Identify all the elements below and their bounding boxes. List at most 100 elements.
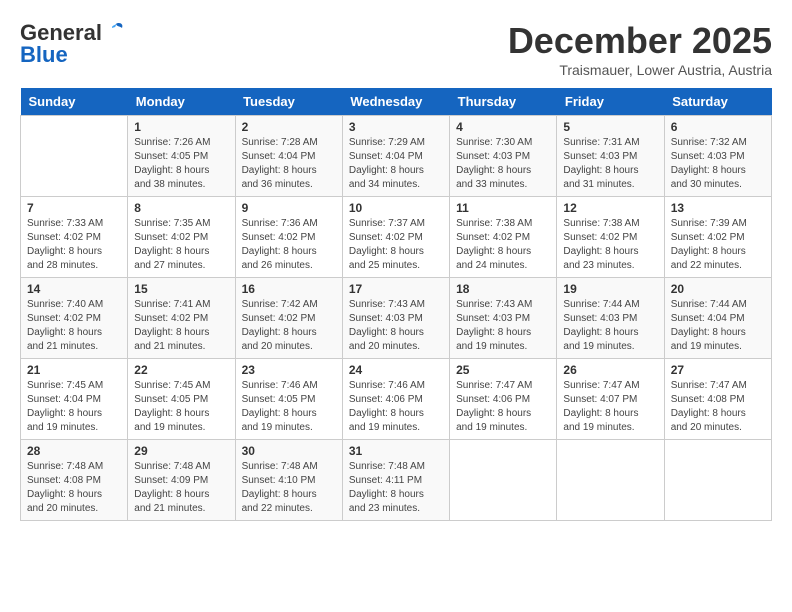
calendar-cell: 22 Sunrise: 7:45 AM Sunset: 4:05 PM Dayli… bbox=[128, 359, 235, 440]
day-info: Sunrise: 7:43 AM Sunset: 4:03 PM Dayligh… bbox=[456, 298, 550, 354]
month-title: December 2025 bbox=[508, 20, 772, 62]
column-header-thursday: Thursday bbox=[450, 88, 557, 116]
day-info: Sunrise: 7:48 AM Sunset: 4:10 PM Dayligh… bbox=[242, 460, 336, 516]
calendar-cell: 15 Sunrise: 7:41 AM Sunset: 4:02 PM Dayli… bbox=[128, 278, 235, 359]
day-number: 22 bbox=[134, 363, 228, 377]
calendar-cell: 5 Sunrise: 7:31 AM Sunset: 4:03 PM Daylig… bbox=[557, 116, 664, 197]
calendar-cell: 23Sunrise: 7:46 AM Sunset: 4:05 PM Dayli… bbox=[235, 359, 342, 440]
day-info: Sunrise: 7:28 AM Sunset: 4:04 PM Dayligh… bbox=[242, 136, 336, 192]
calendar-cell: 31Sunrise: 7:48 AM Sunset: 4:11 PM Dayli… bbox=[342, 440, 449, 521]
day-info: Sunrise: 7:38 AM Sunset: 4:02 PM Dayligh… bbox=[456, 217, 550, 273]
day-number: 21 bbox=[27, 363, 121, 377]
day-info: Sunrise: 7:48 AM Sunset: 4:09 PM Dayligh… bbox=[134, 460, 228, 516]
calendar-cell: 2 Sunrise: 7:28 AM Sunset: 4:04 PM Daylig… bbox=[235, 116, 342, 197]
day-info: Sunrise: 7:38 AM Sunset: 4:02 PM Dayligh… bbox=[563, 217, 657, 273]
day-number: 31 bbox=[349, 444, 443, 458]
calendar-cell: 18Sunrise: 7:43 AM Sunset: 4:03 PM Dayli… bbox=[450, 278, 557, 359]
calendar-cell bbox=[21, 116, 128, 197]
logo: General Blue bbox=[20, 20, 126, 68]
day-number: 16 bbox=[242, 282, 336, 296]
day-number: 8 bbox=[134, 201, 228, 215]
calendar-cell: 9 Sunrise: 7:36 AM Sunset: 4:02 PM Daylig… bbox=[235, 197, 342, 278]
day-info: Sunrise: 7:35 AM Sunset: 4:02 PM Dayligh… bbox=[134, 217, 228, 273]
day-info: Sunrise: 7:44 AM Sunset: 4:04 PM Dayligh… bbox=[671, 298, 765, 354]
day-info: Sunrise: 7:44 AM Sunset: 4:03 PM Dayligh… bbox=[563, 298, 657, 354]
calendar-cell: 10Sunrise: 7:37 AM Sunset: 4:02 PM Dayli… bbox=[342, 197, 449, 278]
calendar-cell: 24 Sunrise: 7:46 AM Sunset: 4:06 PM Dayli… bbox=[342, 359, 449, 440]
day-info: Sunrise: 7:47 AM Sunset: 4:08 PM Dayligh… bbox=[671, 379, 765, 435]
calendar-cell: 12 Sunrise: 7:38 AM Sunset: 4:02 PM Dayli… bbox=[557, 197, 664, 278]
day-number: 3 bbox=[349, 120, 443, 134]
title-block: December 2025 Traismauer, Lower Austria,… bbox=[508, 20, 772, 78]
calendar-cell: 1 Sunrise: 7:26 AM Sunset: 4:05 PM Daylig… bbox=[128, 116, 235, 197]
day-number: 6 bbox=[671, 120, 765, 134]
calendar-cell: 20 Sunrise: 7:44 AM Sunset: 4:04 PM Dayli… bbox=[664, 278, 771, 359]
day-info: Sunrise: 7:43 AM Sunset: 4:03 PM Dayligh… bbox=[349, 298, 443, 354]
day-number: 17 bbox=[349, 282, 443, 296]
day-info: Sunrise: 7:46 AM Sunset: 4:06 PM Dayligh… bbox=[349, 379, 443, 435]
day-number: 15 bbox=[134, 282, 228, 296]
day-info: Sunrise: 7:32 AM Sunset: 4:03 PM Dayligh… bbox=[671, 136, 765, 192]
calendar-cell: 25 Sunrise: 7:47 AM Sunset: 4:06 PM Dayli… bbox=[450, 359, 557, 440]
day-info: Sunrise: 7:47 AM Sunset: 4:06 PM Dayligh… bbox=[456, 379, 550, 435]
logo-bird-icon bbox=[104, 20, 126, 42]
calendar-cell: 28Sunrise: 7:48 AM Sunset: 4:08 PM Dayli… bbox=[21, 440, 128, 521]
day-number: 4 bbox=[456, 120, 550, 134]
day-number: 5 bbox=[563, 120, 657, 134]
calendar-cell: 14Sunrise: 7:40 AM Sunset: 4:02 PM Dayli… bbox=[21, 278, 128, 359]
column-header-saturday: Saturday bbox=[664, 88, 771, 116]
day-info: Sunrise: 7:45 AM Sunset: 4:04 PM Dayligh… bbox=[27, 379, 121, 435]
day-info: Sunrise: 7:31 AM Sunset: 4:03 PM Dayligh… bbox=[563, 136, 657, 192]
calendar-table: SundayMondayTuesdayWednesdayThursdayFrid… bbox=[20, 88, 772, 521]
calendar-cell bbox=[664, 440, 771, 521]
calendar-cell: 17 Sunrise: 7:43 AM Sunset: 4:03 PM Dayli… bbox=[342, 278, 449, 359]
day-number: 29 bbox=[134, 444, 228, 458]
calendar-cell: 7 Sunrise: 7:33 AM Sunset: 4:02 PM Daylig… bbox=[21, 197, 128, 278]
calendar-cell bbox=[450, 440, 557, 521]
column-header-tuesday: Tuesday bbox=[235, 88, 342, 116]
calendar-cell: 6 Sunrise: 7:32 AM Sunset: 4:03 PM Daylig… bbox=[664, 116, 771, 197]
day-number: 1 bbox=[134, 120, 228, 134]
calendar-cell: 26 Sunrise: 7:47 AM Sunset: 4:07 PM Dayli… bbox=[557, 359, 664, 440]
day-info: Sunrise: 7:45 AM Sunset: 4:05 PM Dayligh… bbox=[134, 379, 228, 435]
day-info: Sunrise: 7:46 AM Sunset: 4:05 PM Dayligh… bbox=[242, 379, 336, 435]
calendar-cell: 21 Sunrise: 7:45 AM Sunset: 4:04 PM Dayli… bbox=[21, 359, 128, 440]
calendar-cell: 4 Sunrise: 7:30 AM Sunset: 4:03 PM Daylig… bbox=[450, 116, 557, 197]
calendar-cell: 16Sunrise: 7:42 AM Sunset: 4:02 PM Dayli… bbox=[235, 278, 342, 359]
calendar-cell: 11 Sunrise: 7:38 AM Sunset: 4:02 PM Dayli… bbox=[450, 197, 557, 278]
day-number: 19 bbox=[563, 282, 657, 296]
day-number: 11 bbox=[456, 201, 550, 215]
day-info: Sunrise: 7:41 AM Sunset: 4:02 PM Dayligh… bbox=[134, 298, 228, 354]
day-number: 28 bbox=[27, 444, 121, 458]
day-number: 26 bbox=[563, 363, 657, 377]
calendar-cell: 8 Sunrise: 7:35 AM Sunset: 4:02 PM Daylig… bbox=[128, 197, 235, 278]
calendar-cell: 19 Sunrise: 7:44 AM Sunset: 4:03 PM Dayli… bbox=[557, 278, 664, 359]
day-info: Sunrise: 7:30 AM Sunset: 4:03 PM Dayligh… bbox=[456, 136, 550, 192]
day-info: Sunrise: 7:47 AM Sunset: 4:07 PM Dayligh… bbox=[563, 379, 657, 435]
day-number: 24 bbox=[349, 363, 443, 377]
page-header: General Blue December 2025 Traismauer, L… bbox=[20, 20, 772, 78]
day-number: 25 bbox=[456, 363, 550, 377]
logo-blue-text: Blue bbox=[20, 42, 68, 68]
calendar-cell: 27Sunrise: 7:47 AM Sunset: 4:08 PM Dayli… bbox=[664, 359, 771, 440]
calendar-cell: 30 Sunrise: 7:48 AM Sunset: 4:10 PM Dayli… bbox=[235, 440, 342, 521]
day-number: 20 bbox=[671, 282, 765, 296]
column-header-monday: Monday bbox=[128, 88, 235, 116]
day-number: 12 bbox=[563, 201, 657, 215]
day-number: 10 bbox=[349, 201, 443, 215]
day-number: 2 bbox=[242, 120, 336, 134]
day-number: 9 bbox=[242, 201, 336, 215]
day-info: Sunrise: 7:40 AM Sunset: 4:02 PM Dayligh… bbox=[27, 298, 121, 354]
day-number: 30 bbox=[242, 444, 336, 458]
column-header-sunday: Sunday bbox=[21, 88, 128, 116]
calendar-cell: 3 Sunrise: 7:29 AM Sunset: 4:04 PM Daylig… bbox=[342, 116, 449, 197]
day-info: Sunrise: 7:36 AM Sunset: 4:02 PM Dayligh… bbox=[242, 217, 336, 273]
day-info: Sunrise: 7:33 AM Sunset: 4:02 PM Dayligh… bbox=[27, 217, 121, 273]
column-header-wednesday: Wednesday bbox=[342, 88, 449, 116]
day-number: 13 bbox=[671, 201, 765, 215]
day-info: Sunrise: 7:26 AM Sunset: 4:05 PM Dayligh… bbox=[134, 136, 228, 192]
calendar-cell bbox=[557, 440, 664, 521]
day-number: 7 bbox=[27, 201, 121, 215]
day-info: Sunrise: 7:29 AM Sunset: 4:04 PM Dayligh… bbox=[349, 136, 443, 192]
calendar-cell: 29 Sunrise: 7:48 AM Sunset: 4:09 PM Dayli… bbox=[128, 440, 235, 521]
